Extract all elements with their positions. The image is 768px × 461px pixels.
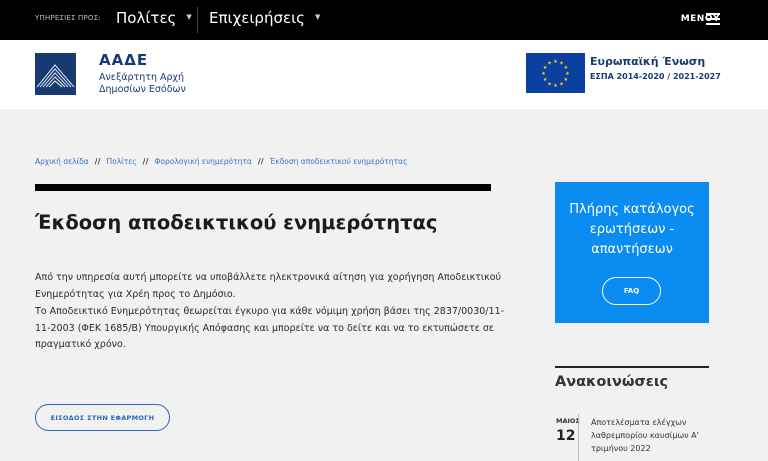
faq-panel-text: Πλήρης κατάλογος ερωτήσεων - απαντήσεων [569, 202, 695, 257]
validity-paragraph: Το Αποδεικτικό Ενημερότητας θεωρείται έγ… [35, 306, 505, 350]
svg-text:★: ★ [559, 81, 564, 87]
svg-text:★: ★ [553, 83, 558, 89]
nav-divider [197, 7, 198, 33]
nav-citizens-label: Πολίτες [116, 9, 177, 27]
org-subtitle-line1: Ανεξάρτητη Αρχή [99, 72, 185, 83]
breadcrumb: Αρχική σελίδα // Πολίτες // Φορολογική ε… [35, 157, 408, 166]
nav-business[interactable]: Επιχειρήσεις ▼ [209, 9, 320, 27]
announcement-month: ΜΑΙΟΣ [556, 417, 580, 425]
org-subtitle-line2: Δημοσίων Εσόδων [99, 84, 186, 95]
announcement-link[interactable]: Αποτελέσματα ελέγχων λαθρεμπορίου καυσίμ… [591, 416, 711, 455]
breadcrumb-separator: // [142, 157, 149, 166]
faq-panel: Πλήρης κατάλογος ερωτήσεων - απαντήσεων … [555, 182, 709, 323]
announcements-divider [555, 366, 709, 368]
breadcrumb-home[interactable]: Αρχική σελίδα [35, 157, 89, 166]
faq-button[interactable]: FAQ [602, 277, 661, 305]
eu-flag-icon: ★ ★ ★ ★ ★ ★ ★ ★ ★ ★ ★ ★ [526, 53, 585, 93]
breadcrumb-citizens[interactable]: Πολίτες [106, 157, 136, 166]
top-navigation-bar: ΥΠΗΡΕΣΙΕΣ ΠΡΟΣ: Πολίτες ▼ Επιχειρήσεις ▼… [0, 0, 768, 40]
espa-subtitle: ΕΣΠΑ 2014-2020 / 2021-2027 [590, 72, 721, 81]
svg-text:★: ★ [543, 77, 548, 83]
svg-text:★: ★ [553, 59, 558, 65]
svg-text:★: ★ [547, 61, 552, 67]
chevron-down-icon: ▼ [186, 13, 192, 21]
org-name[interactable]: ΑΑΔΕ [99, 51, 148, 69]
breadcrumb-tax-clearance[interactable]: Φορολογική ενημερότητα [155, 157, 252, 166]
hamburger-icon[interactable] [706, 13, 720, 25]
breadcrumb-separator: // [257, 157, 264, 166]
svg-text:★: ★ [541, 71, 546, 77]
enter-application-button[interactable]: ΕΙΣΟΔΟΣ ΣΤΗΝ ΕΦΑΡΜΟΓΗ [35, 404, 170, 431]
breadcrumb-current[interactable]: Έκδοση αποδεικτικού ενημερότητας [270, 157, 408, 166]
site-header: ΑΑΔΕ Ανεξάρτητη Αρχή Δημοσίων Εσόδων ★ ★… [0, 40, 768, 109]
announcements-heading: Ανακοινώσεις [555, 374, 669, 390]
services-for-label: ΥΠΗΡΕΣΙΕΣ ΠΡΟΣ: [35, 14, 101, 22]
svg-text:★: ★ [547, 81, 552, 87]
aade-logo-icon[interactable] [35, 53, 76, 95]
intro-paragraph: Από την υπηρεσία αυτή μπορείτε να υποβάλ… [35, 272, 502, 300]
breadcrumb-separator: // [94, 157, 101, 166]
nav-citizens[interactable]: Πολίτες ▼ [116, 9, 192, 27]
chevron-down-icon: ▼ [314, 13, 321, 21]
eu-title: Ευρωπαϊκή Ένωση [590, 55, 706, 68]
title-decoration-bar [35, 184, 491, 191]
svg-text:★: ★ [564, 77, 569, 83]
announcement-date-divider [578, 414, 579, 461]
page-title: Έκδοση αποδεικτικού ενημερότητας [35, 211, 438, 234]
announcement-day: 12 [556, 428, 576, 444]
nav-business-label: Επιχειρήσεις [209, 9, 305, 27]
